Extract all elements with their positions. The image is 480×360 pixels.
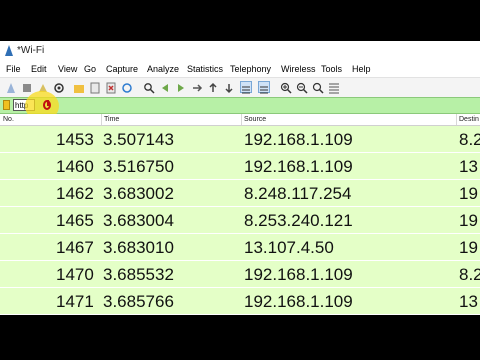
go-forward-icon[interactable] <box>175 81 187 93</box>
bookmark-icon[interactable] <box>3 100 10 110</box>
menu-wireless[interactable]: Wireless <box>281 64 316 74</box>
column-header-destination[interactable]: Destin <box>459 116 479 123</box>
shark-fin-start-icon[interactable] <box>5 81 17 93</box>
packet-no: 1470 <box>56 265 94 284</box>
packet-source: 8.248.117.254 <box>244 184 352 203</box>
packet-time: 3.683004 <box>103 211 174 230</box>
column-header-no[interactable]: No. <box>3 116 14 123</box>
options-icon[interactable] <box>53 81 65 93</box>
packet-source: 13.107.4.50 <box>244 238 334 257</box>
menu-edit[interactable]: Edit <box>31 64 47 74</box>
wireshark-logo-icon <box>5 45 13 56</box>
packet-time: 3.685766 <box>103 292 174 311</box>
zoom-in-icon[interactable] <box>280 81 292 94</box>
packet-row[interactable]: 1453 3.507143 192.168.1.109 8.2 <box>0 126 480 152</box>
packet-row[interactable]: 1460 3.516750 192.168.1.109 13 <box>0 153 480 179</box>
menu-file[interactable]: File <box>6 64 21 74</box>
packet-list-header: No. Time Source Destin <box>0 114 480 126</box>
menu-bar: File Edit View Go Capture Analyze Statis… <box>0 62 480 77</box>
go-to-packet-icon[interactable] <box>191 81 203 93</box>
packet-row[interactable]: 1471 3.685766 192.168.1.109 13 <box>0 288 480 314</box>
save-icon[interactable] <box>89 81 101 94</box>
menu-analyze[interactable]: Analyze <box>147 64 179 74</box>
first-packet-icon[interactable] <box>207 81 219 93</box>
last-packet-icon[interactable] <box>223 81 235 94</box>
packet-destination: 19 <box>459 211 478 230</box>
go-back-icon[interactable] <box>159 81 171 93</box>
colorize-icon[interactable] <box>258 81 270 94</box>
find-icon[interactable] <box>143 81 155 94</box>
column-header-source[interactable]: Source <box>244 116 266 123</box>
open-file-icon[interactable] <box>73 81 85 93</box>
normal-size-icon[interactable] <box>312 81 324 94</box>
packet-destination: 8.2 <box>459 130 480 149</box>
packet-destination: 13 <box>459 157 478 176</box>
close-file-icon[interactable] <box>105 81 117 94</box>
zoom-out-icon[interactable] <box>296 81 308 94</box>
window-title: *Wi-Fi <box>17 45 45 56</box>
packet-row[interactable]: 1470 3.685532 192.168.1.109 8.2 <box>0 261 480 287</box>
packet-no: 1460 <box>56 157 94 176</box>
clear-filter-icon[interactable] <box>43 100 51 110</box>
packet-source: 192.168.1.109 <box>244 265 353 284</box>
resize-columns-icon[interactable] <box>328 81 340 94</box>
packet-row[interactable]: 1465 3.683004 8.253.240.121 19 <box>0 207 480 233</box>
menu-help[interactable]: Help <box>352 64 371 74</box>
packet-no: 1453 <box>56 130 94 149</box>
packet-time: 3.683002 <box>103 184 174 203</box>
title-bar: *Wi-Fi <box>0 41 480 61</box>
packet-destination: 19 <box>459 238 478 257</box>
packet-no: 1471 <box>56 292 94 311</box>
packet-source: 8.253.240.121 <box>244 211 353 230</box>
menu-capture[interactable]: Capture <box>106 64 138 74</box>
packet-destination: 13 <box>459 292 478 311</box>
packet-time: 3.683010 <box>103 238 174 257</box>
packet-time: 3.507143 <box>103 130 174 149</box>
menu-telephony[interactable]: Telephony <box>230 64 271 74</box>
menu-go[interactable]: Go <box>84 64 96 74</box>
display-filter-bar <box>0 97 480 114</box>
column-header-time[interactable]: Time <box>104 116 119 123</box>
stop-icon[interactable] <box>21 81 33 93</box>
menu-view[interactable]: View <box>58 64 77 74</box>
packet-no: 1465 <box>56 211 94 230</box>
packet-row[interactable]: 1462 3.683002 8.248.117.254 19 <box>0 180 480 206</box>
packet-source: 192.168.1.109 <box>244 292 353 311</box>
packet-time: 3.685532 <box>103 265 174 284</box>
packet-no: 1467 <box>56 238 94 257</box>
menu-tools[interactable]: Tools <box>321 64 342 74</box>
packet-source: 192.168.1.109 <box>244 157 353 176</box>
packet-row[interactable]: 1467 3.683010 13.107.4.50 19 <box>0 234 480 260</box>
packet-destination: 8.2 <box>459 265 480 284</box>
reload-icon[interactable] <box>121 81 133 93</box>
packet-no: 1462 <box>56 184 94 203</box>
menu-statistics[interactable]: Statistics <box>187 64 223 74</box>
main-toolbar <box>0 77 480 98</box>
wireshark-window: *Wi-Fi File Edit View Go Capture Analyze… <box>0 41 480 315</box>
autoscroll-icon[interactable] <box>240 81 252 94</box>
packet-source: 192.168.1.109 <box>244 130 353 149</box>
packet-time: 3.516750 <box>103 157 174 176</box>
packet-destination: 19 <box>459 184 478 203</box>
